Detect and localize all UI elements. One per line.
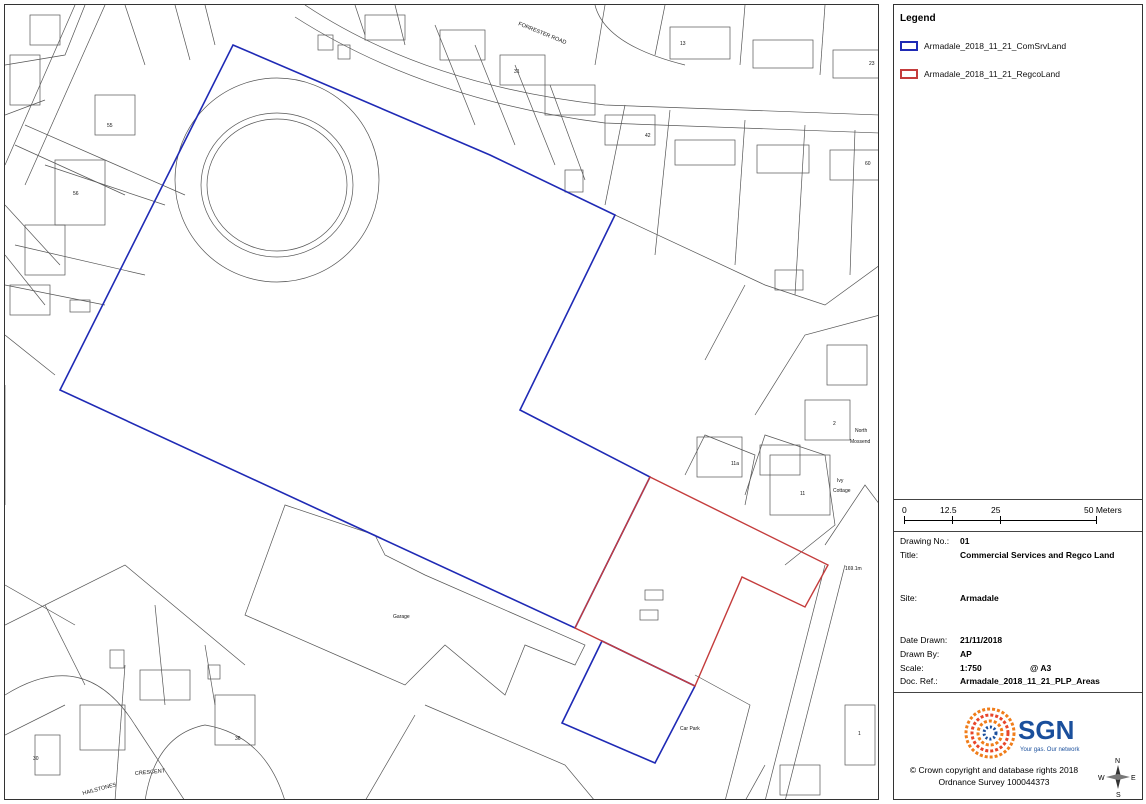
map-frame[interactable]: FORRESTER ROAD Garage Car Park CRESCENT … <box>4 4 879 800</box>
label-house-36: 36 <box>235 736 241 742</box>
scale-tick-mark <box>1000 516 1001 524</box>
label-house-11a: 11a <box>731 461 739 467</box>
label-garage: Garage <box>393 614 410 620</box>
label-house-11: 11 <box>800 491 805 497</box>
scale-tick-mark <box>904 516 905 524</box>
legend-swatch-red <box>900 69 918 79</box>
label-house-2: 2 <box>833 421 836 427</box>
sgn-logo-name: SGN <box>1018 715 1074 745</box>
copyright-line-1: © Crown copyright and database rights 20… <box>909 765 1079 775</box>
drawn-by-row: Drawn By: AP <box>900 649 972 659</box>
legend-label-comsrv: Armadale_2018_11_21_ComSrvLand <box>924 41 1067 51</box>
label-house-55: 55 <box>107 123 113 129</box>
label-house-42: 42 <box>645 133 651 139</box>
sgn-logo: SGN Your gas. Our network <box>962 705 1092 761</box>
scale-tick-mark <box>952 516 953 524</box>
scale-label: Scale: <box>900 663 924 673</box>
scale-tick-0: 0 <box>902 505 907 515</box>
drawing-number-label: Drawing No.: <box>900 536 950 546</box>
label-cottage: Cottage <box>833 488 851 494</box>
compass-w: W <box>1098 775 1105 782</box>
divider <box>894 531 1142 532</box>
info-panel: Legend Armadale_2018_11_21_ComSrvLand Ar… <box>893 4 1143 800</box>
base-map-lines <box>5 5 878 799</box>
divider <box>894 692 1142 693</box>
road-label-hailstones: HAILSTONES <box>82 782 117 797</box>
scale-tick-mark <box>1096 516 1097 524</box>
road-label-forrester: FORRESTER ROAD <box>517 21 567 46</box>
date-row: Date Drawn: 21/11/2018 <box>900 635 1002 645</box>
label-house-1: 1 <box>858 731 861 737</box>
legend-item-regco[interactable]: Armadale_2018_11_21_RegcoLand <box>900 67 1060 81</box>
drawing-number-value: 01 <box>960 536 970 546</box>
site-label: Site: <box>900 593 918 603</box>
sgn-logo-icon: SGN Your gas. Our network <box>964 707 1080 759</box>
scale-row: Scale: 1:750 @ A3 <box>900 663 1051 673</box>
label-mossend: Mossend <box>850 439 871 445</box>
scale-value: 1:750 <box>960 663 982 673</box>
date-value: 21/11/2018 <box>960 635 1003 645</box>
docref-value: Armadale_2018_11_21_PLP_Areas <box>960 676 1100 686</box>
label-spot-height: 169.1m <box>845 566 862 572</box>
legend-label-regco: Armadale_2018_11_21_RegcoLand <box>924 69 1060 79</box>
title-row: Title: Commercial Services and Regco Land <box>900 550 1114 560</box>
label-car-park: Car Park <box>680 726 700 732</box>
compass-e: E <box>1131 775 1136 782</box>
scale-tick-12-5: 12.5 <box>940 505 957 515</box>
docref-label: Doc. Ref.: <box>900 676 938 686</box>
date-label: Date Drawn: <box>900 635 948 645</box>
scale-tick-25: 25 <box>991 505 1001 515</box>
label-house-60: 60 <box>865 161 871 167</box>
copyright-line-2: Ordnance Survey 100044373 <box>938 777 1050 787</box>
sgn-logo-tagline: Your gas. Our network <box>1020 747 1080 753</box>
legend-item-comsrv[interactable]: Armadale_2018_11_21_ComSrvLand <box>900 39 1066 53</box>
map-labels: FORRESTER ROAD Garage Car Park CRESCENT … <box>33 21 875 797</box>
comsrv-land-parcel[interactable] <box>58 43 652 630</box>
label-house-30: 30 <box>33 756 39 762</box>
regco-land-parcel[interactable] <box>574 476 829 687</box>
label-house-56: 56 <box>73 191 79 197</box>
label-house-13: 13 <box>680 41 686 47</box>
docref-row: Doc. Ref.: Armadale_2018_11_21_PLP_Areas <box>900 676 1100 686</box>
road-label-crescent: CRESCENT <box>135 768 166 777</box>
map-canvas: FORRESTER ROAD Garage Car Park CRESCENT … <box>5 5 878 799</box>
title-value: Commercial Services and Regco Land <box>960 550 1115 560</box>
legend-title: Legend <box>900 13 936 24</box>
compass-s: S <box>1116 792 1121 797</box>
label-ivy: Ivy <box>837 478 844 484</box>
drawn-by-label: Drawn By: <box>900 649 940 659</box>
label-house-31: 31 <box>514 69 520 75</box>
paper-size: @ A3 <box>1030 663 1052 673</box>
drawn-by-value: AP <box>960 649 972 659</box>
divider <box>894 499 1142 500</box>
title-label: Title: <box>900 550 919 560</box>
compass-n: N <box>1115 758 1120 765</box>
label-north: North <box>855 428 867 434</box>
north-arrow: N S E W <box>1098 757 1138 799</box>
label-house-23: 23 <box>869 61 875 67</box>
comsrv-land-carpark-parcel[interactable] <box>560 639 697 765</box>
scale-tick-50: 50 Meters <box>1084 505 1122 515</box>
drawing-number-row: Drawing No.: 01 <box>900 536 969 546</box>
legend-swatch-blue <box>900 41 918 51</box>
site-value: Armadale <box>960 593 999 603</box>
compass-icon: N S E W <box>1098 758 1136 799</box>
site-row: Site: Armadale <box>900 593 999 603</box>
